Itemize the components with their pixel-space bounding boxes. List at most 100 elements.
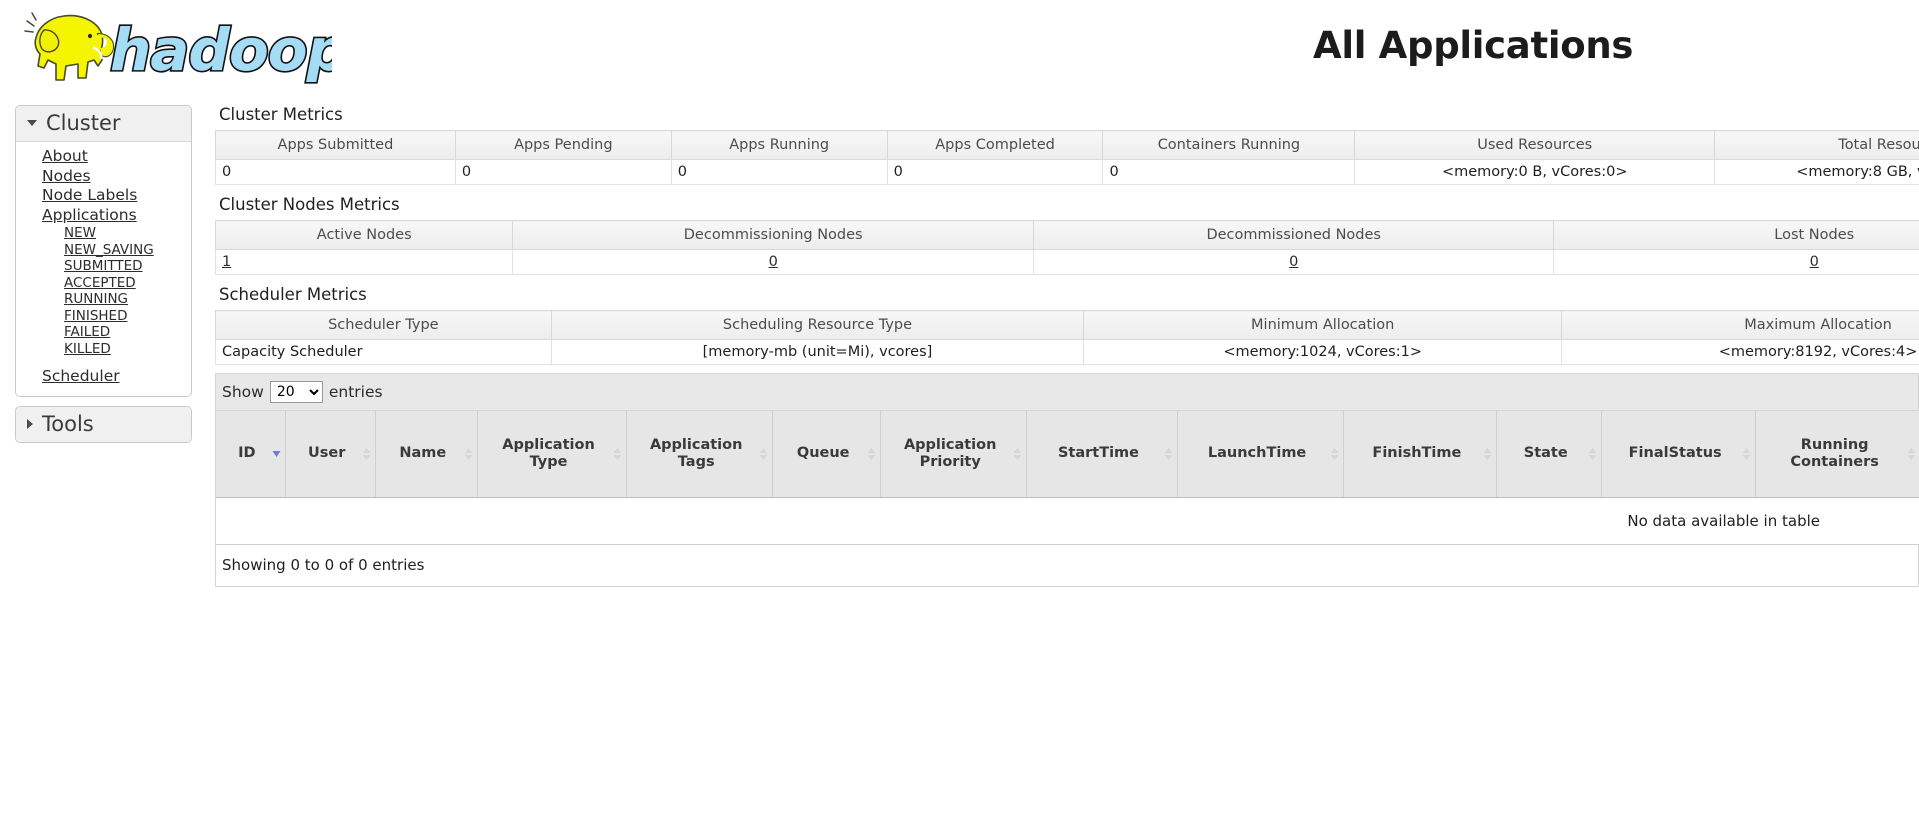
col-lost-nodes: Lost Nodes [1553, 220, 1919, 250]
applications-table-wrapper: Show 20406080100 entries ID [215, 373, 1919, 587]
decommissioning-nodes-link[interactable]: 0 [769, 254, 778, 270]
col-name-label: Name [399, 445, 447, 462]
col-start-time-label: StartTime [1057, 445, 1139, 462]
col-finish-time-label: FinishTime [1372, 445, 1462, 462]
cell-decommissioned-nodes: 0 [1032, 249, 1555, 275]
table-header-row: Apps Submitted Apps Pending Apps Running… [215, 130, 1919, 160]
col-state-label: State [1523, 445, 1568, 462]
cell-apps-pending: 0 [454, 159, 672, 185]
cluster-nodes-metrics-title: Cluster Nodes Metrics [219, 195, 400, 214]
sort-none-icon [1588, 447, 1597, 460]
sidebar-section-cluster: Cluster About Nodes Node Labels Applicat… [15, 105, 192, 397]
table-row: 1 0 0 0 [214, 249, 1919, 275]
sort-none-icon [867, 447, 876, 460]
col-decommissioning-nodes: Decommissioning Nodes [512, 220, 1034, 250]
no-data-message: No data available in table [216, 497, 1919, 545]
sidebar-item-about[interactable]: About [16, 147, 88, 166]
active-nodes-link[interactable]: 1 [222, 254, 231, 270]
applications-table-toolbar: Show 20406080100 entries [216, 374, 1918, 411]
col-application-priority[interactable]: Application Priority [880, 411, 1028, 498]
col-running-containers[interactable]: Running Containers [1755, 411, 1919, 498]
sidebar-item-state-killed[interactable]: KILLED [16, 341, 111, 358]
cell-apps-completed: 0 [886, 159, 1104, 185]
col-state[interactable]: State [1496, 411, 1602, 498]
cell-minimum-allocation: <memory:1024, vCores:1> [1083, 339, 1563, 365]
sort-desc-icon [272, 450, 281, 457]
col-launch-time[interactable]: LaunchTime [1177, 411, 1345, 498]
sort-none-icon [362, 447, 371, 460]
sidebar-item-scheduler[interactable]: Scheduler [16, 367, 120, 386]
cell-scheduler-type: Capacity Scheduler [215, 339, 552, 365]
empty-row: No data available in table [216, 497, 1919, 545]
col-finish-time[interactable]: FinishTime [1343, 411, 1498, 498]
col-user-label: User [308, 445, 346, 462]
sort-none-icon [1742, 447, 1751, 460]
sidebar-item-state-new-saving[interactable]: NEW_SAVING [16, 242, 154, 259]
col-user[interactable]: User [285, 411, 376, 498]
sidebar-item-state-submitted[interactable]: SUBMITTED [16, 258, 143, 275]
sort-none-icon [1164, 447, 1173, 460]
col-final-status[interactable]: FinalStatus [1601, 411, 1757, 498]
sort-none-icon [759, 447, 768, 460]
table-header-row: Active Nodes Decommissioning Nodes Decom… [214, 220, 1919, 250]
sidebar-item-nodes[interactable]: Nodes [16, 167, 91, 186]
sidebar-item-state-failed[interactable]: FAILED [16, 324, 110, 341]
col-apps-completed: Apps Completed [886, 130, 1104, 160]
table-header-row: ID User Name Application Type Applicatio… [216, 411, 1919, 498]
cell-total-resources: <memory:8 GB, vCores:8> [1714, 159, 1919, 185]
main-content: Cluster Metrics Apps Submitted Apps Pend… [214, 105, 1919, 587]
col-launch-time-label: LaunchTime [1207, 445, 1307, 462]
sidebar-item-state-new[interactable]: NEW [16, 225, 96, 242]
col-apps-running: Apps Running [670, 130, 888, 160]
lost-nodes-link[interactable]: 0 [1810, 254, 1819, 270]
sidebar-item-state-running[interactable]: RUNNING [16, 291, 128, 308]
col-containers-running: Containers Running [1102, 130, 1356, 160]
cluster-metrics-title: Cluster Metrics [219, 105, 343, 124]
sidebar-item-state-finished[interactable]: FINISHED [16, 308, 127, 325]
sidebar: Cluster About Nodes Node Labels Applicat… [15, 105, 192, 452]
sidebar-tools-label: Tools [42, 411, 94, 436]
cell-scheduling-resource-type: [memory-mb (unit=Mi), vcores] [550, 339, 1085, 365]
cell-used-resources: <memory:0 B, vCores:0> [1354, 159, 1716, 185]
col-application-type[interactable]: Application Type [477, 411, 628, 498]
sidebar-item-state-accepted[interactable]: ACCEPTED [16, 275, 136, 292]
cell-maximum-allocation: <memory:8192, vCores:4> [1561, 339, 1919, 365]
col-scheduler-type: Scheduler Type [215, 310, 552, 340]
hadoop-logo[interactable]: hadoop [14, 4, 332, 90]
chevron-down-icon [27, 120, 37, 126]
cell-decommissioning-nodes: 0 [512, 249, 1034, 275]
scheduler-metrics-table: Scheduler Type Scheduling Resource Type … [215, 310, 1919, 365]
sidebar-item-applications[interactable]: Applications [16, 206, 137, 225]
col-queue-label: Queue [796, 445, 850, 462]
sidebar-tools-header[interactable]: Tools [16, 406, 191, 442]
col-application-type-label: Application Type [502, 436, 595, 470]
sidebar-cluster-header[interactable]: Cluster [16, 106, 191, 142]
cluster-metrics-table: Apps Submitted Apps Pending Apps Running… [215, 130, 1919, 185]
col-queue[interactable]: Queue [772, 411, 882, 498]
col-start-time[interactable]: StartTime [1026, 411, 1178, 498]
applications-table: ID User Name Application Type Applicatio… [216, 411, 1919, 545]
col-application-tags[interactable]: Application Tags [626, 411, 774, 498]
sort-none-icon [613, 447, 622, 460]
page-header: hadoop All Applications [0, 0, 1919, 93]
col-name[interactable]: Name [375, 411, 478, 498]
page-length-select[interactable]: 20406080100 [269, 381, 323, 403]
col-id[interactable]: ID [216, 411, 286, 498]
decommissioned-nodes-link[interactable]: 0 [1289, 254, 1298, 270]
cell-lost-nodes: 0 [1553, 249, 1919, 275]
col-scheduling-resource-type: Scheduling Resource Type [550, 310, 1085, 340]
col-apps-submitted: Apps Submitted [215, 130, 456, 160]
col-running-containers-label: Running Containers [1790, 436, 1879, 470]
sidebar-cluster-body: About Nodes Node Labels Applications NEW… [16, 142, 191, 396]
col-total-resources: Total Resources [1714, 130, 1919, 160]
sidebar-item-node-labels[interactable]: Node Labels [16, 186, 137, 205]
sidebar-section-tools: Tools [15, 405, 192, 443]
svg-text:hadoop: hadoop [110, 16, 332, 84]
cell-apps-running: 0 [670, 159, 888, 185]
table-row: Capacity Scheduler [memory-mb (unit=Mi),… [215, 339, 1919, 365]
entries-label: entries [328, 383, 383, 401]
sort-none-icon [464, 447, 473, 460]
col-application-tags-label: Application Tags [649, 436, 743, 470]
cell-active-nodes: 1 [214, 249, 514, 275]
page-title: All Applications [1313, 24, 1634, 67]
